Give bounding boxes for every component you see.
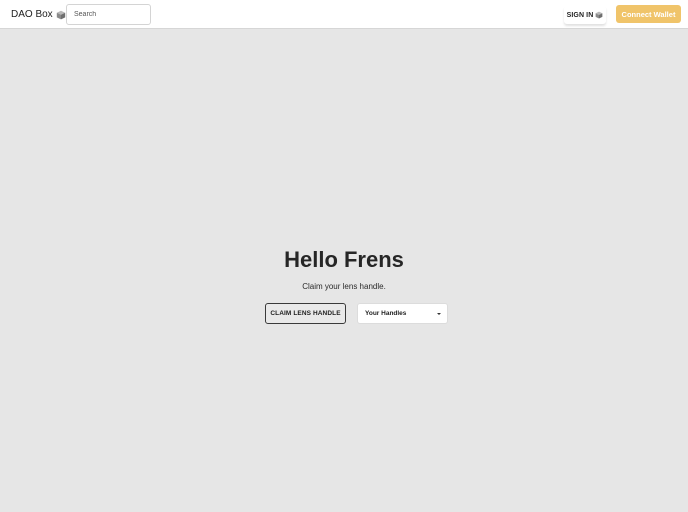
brand-label: DAO Box [11,9,53,20]
search-input[interactable] [66,4,151,25]
dropdown-selected-value: Your Handles [365,310,407,317]
box-icon [595,11,603,19]
connect-wallet-button[interactable]: Connect Wallet [616,5,681,23]
sign-in-label: SIGN IN [566,11,594,19]
page-subtitle: Claim your lens handle. [302,282,386,291]
sign-in-button[interactable]: SIGN IN [564,6,606,24]
brand-logo[interactable]: DAO Box [11,8,66,21]
page-title: Hello Frens [284,247,404,272]
chevron-down-icon [437,312,441,315]
top-navbar: DAO Box SIGN IN Connect Wallet [0,0,688,29]
claim-lens-handle-button[interactable]: CLAIM LENS HANDLE [265,303,346,324]
your-handles-dropdown[interactable]: Your Handles [357,303,448,324]
box-icon [56,10,66,20]
